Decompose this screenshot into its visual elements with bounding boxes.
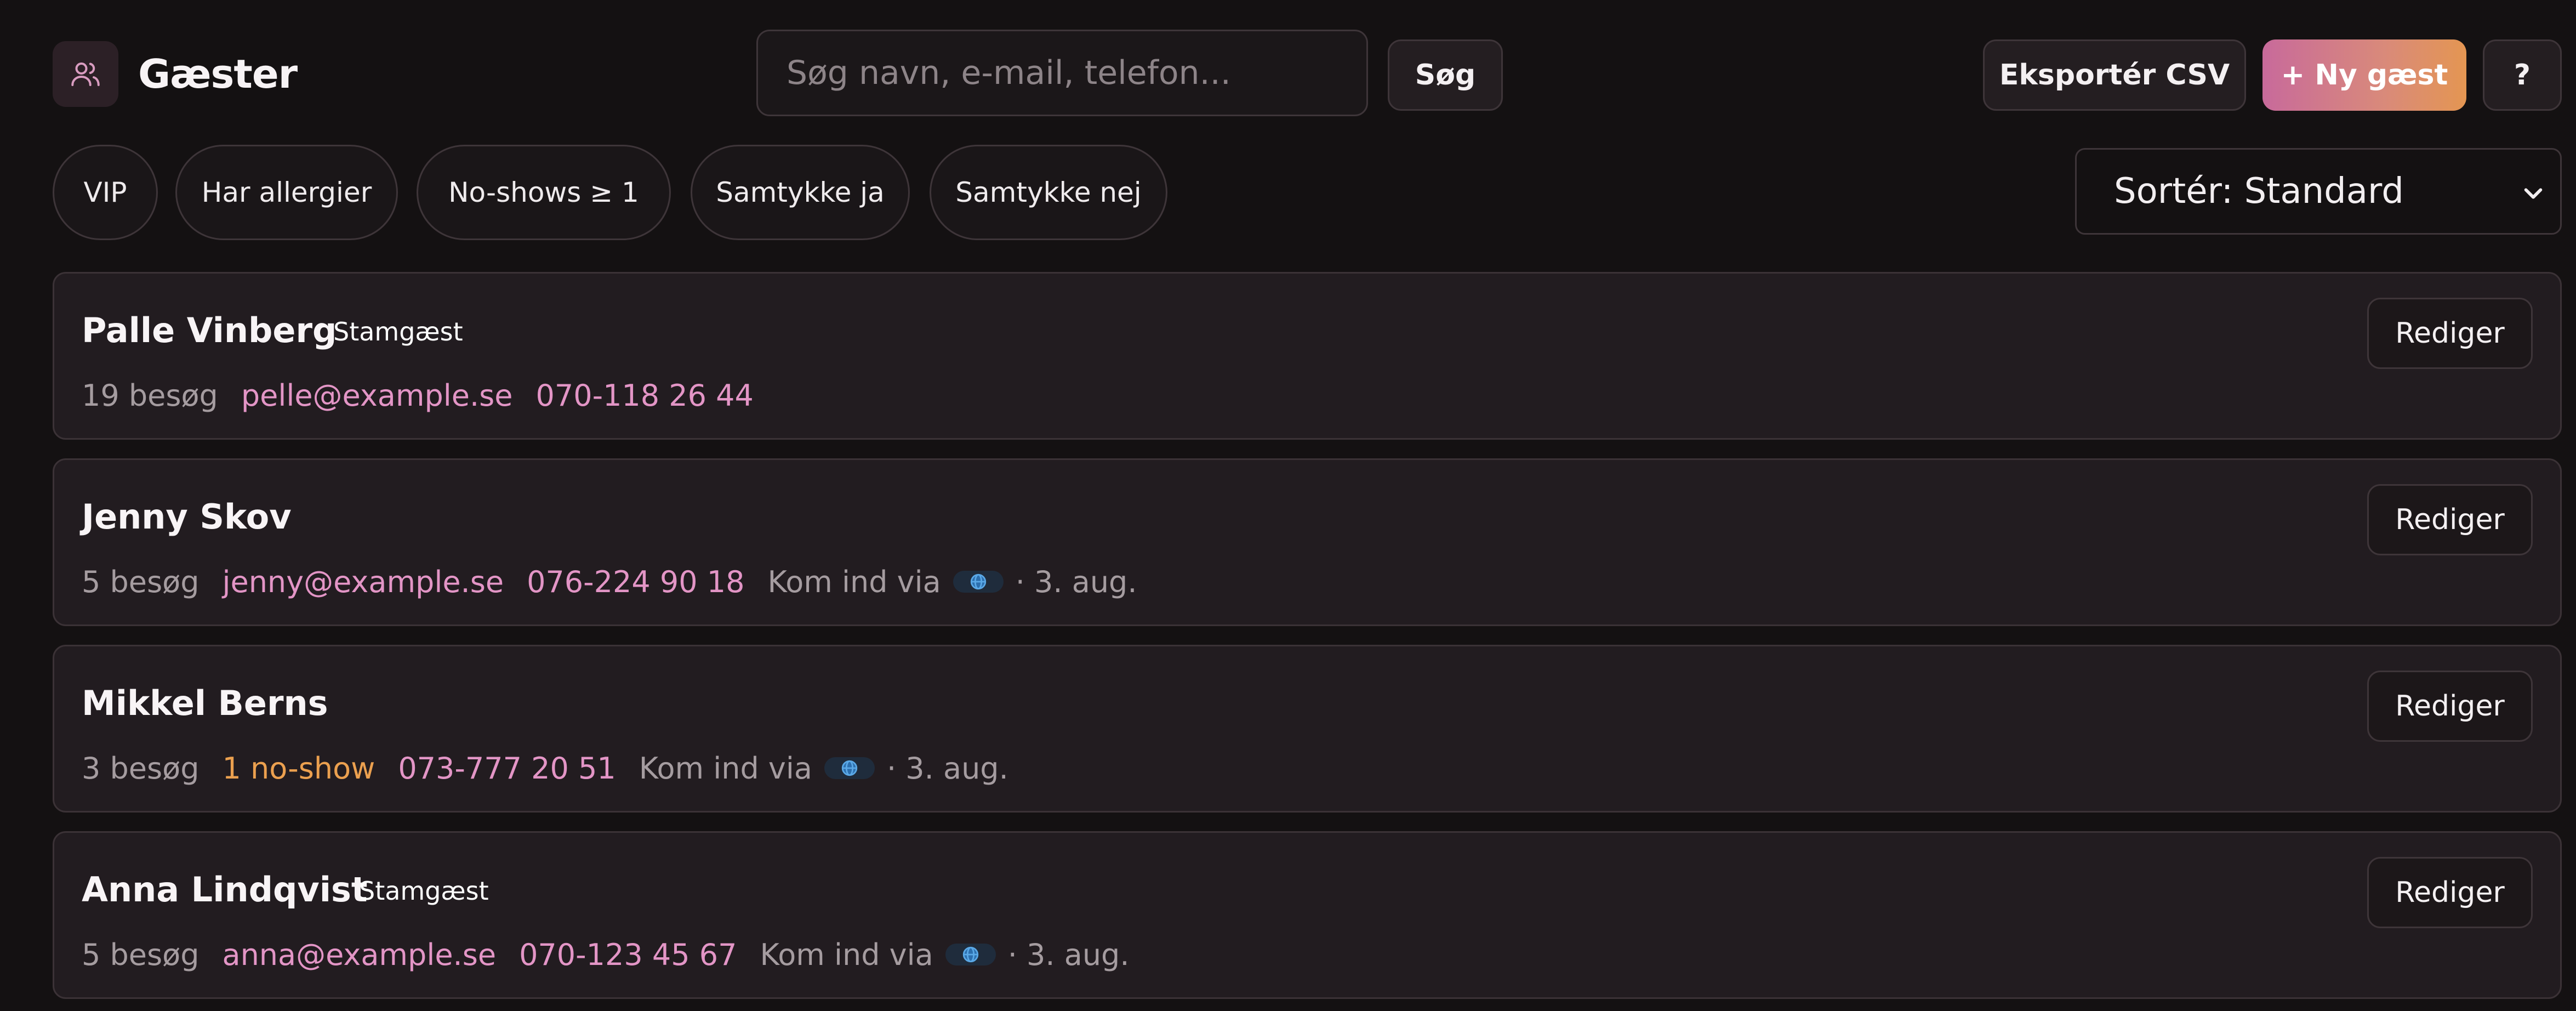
guest-name: Anna Lindqvist (82, 870, 368, 910)
source-date: · 3. aug. (886, 751, 1008, 786)
noshow-count: 1 no-show (222, 751, 375, 786)
filter-chip-consent-yes[interactable]: Samtykke ja (691, 145, 910, 240)
guest-card: Anna Lindqvist Stamgæst 5 besøg anna@exa… (53, 831, 2562, 999)
guests-page: Gæster Søg Eksportér CSV + Ny gæst ? VIP… (0, 0, 2576, 1011)
export-csv-button[interactable]: Eksportér CSV (1983, 39, 2246, 111)
guest-phone-link[interactable]: 070-123 45 67 (519, 938, 737, 972)
source-date: · 3. aug. (1007, 937, 1130, 972)
filter-chip-vip[interactable]: VIP (53, 145, 158, 240)
visit-count: 19 besøg (82, 378, 218, 413)
guest-email-link[interactable]: anna@example.se (222, 938, 496, 972)
new-guest-button[interactable]: + Ny gæst (2262, 39, 2466, 111)
guest-name: Jenny Skov (82, 497, 292, 537)
guest-name: Mikkel Berns (82, 683, 328, 723)
visit-count: 3 besøg (82, 751, 200, 786)
filter-bar: VIP Har allergier No-shows ≥ 1 Samtykke … (53, 145, 2562, 243)
users-icon (53, 41, 118, 107)
visit-count: 5 besøg (82, 564, 200, 599)
guest-email-link[interactable]: pelle@example.se (241, 378, 513, 413)
guest-card: Jenny Skov 5 besøg jenny@example.se 076-… (53, 458, 2562, 626)
source-label: Kom ind via (760, 937, 933, 972)
filter-chip-consent-no[interactable]: Samtykke nej (930, 145, 1167, 240)
source-label: Kom ind via (767, 564, 941, 599)
globe-icon (945, 944, 996, 965)
regular-guest-tag: Stamgæst (333, 317, 463, 347)
guest-phone-link[interactable]: 070-118 26 44 (536, 378, 754, 413)
edit-button[interactable]: Rediger (2367, 671, 2533, 742)
guest-email-link[interactable]: jenny@example.se (222, 565, 504, 599)
guest-meta: 19 besøg pelle@example.se 070-118 26 44 (82, 376, 777, 415)
guest-meta: 5 besøg jenny@example.se 076-224 90 18 K… (82, 562, 1137, 601)
guest-meta: 3 besøg 1 no-show 073-777 20 51 Kom ind … (82, 748, 1008, 788)
source-label: Kom ind via (639, 751, 812, 786)
globe-icon (824, 757, 875, 779)
edit-button[interactable]: Rediger (2367, 298, 2533, 369)
search-input[interactable] (756, 30, 1368, 116)
edit-button[interactable]: Rediger (2367, 857, 2533, 928)
filter-chip-allergies[interactable]: Har allergier (175, 145, 398, 240)
visit-count: 5 besøg (82, 937, 200, 972)
globe-icon (953, 571, 1004, 593)
guest-card: Palle Vinberg Stamgæst 19 besøg pelle@ex… (53, 272, 2562, 440)
search-button[interactable]: Søg (1388, 39, 1503, 111)
sort-select-value: Sortér: Standard (2114, 171, 2404, 212)
guest-meta: 5 besøg anna@example.se 070-123 45 67 Ko… (82, 935, 1130, 974)
edit-button[interactable]: Rediger (2367, 484, 2533, 555)
page-title: Gæster (138, 51, 298, 97)
guest-name: Palle Vinberg (82, 310, 337, 350)
sort-select[interactable]: Sortér: Standard (2075, 148, 2562, 235)
chevron-down-icon (2524, 188, 2543, 199)
header: Gæster Søg Eksportér CSV + Ny gæst ? (53, 30, 2562, 118)
guest-phone-link[interactable]: 073-777 20 51 (398, 751, 615, 786)
source-date: · 3. aug. (1015, 564, 1137, 599)
guest-card: Mikkel Berns 3 besøg 1 no-show 073-777 2… (53, 645, 2562, 813)
guest-phone-link[interactable]: 076-224 90 18 (527, 565, 744, 599)
help-button[interactable]: ? (2483, 39, 2562, 111)
regular-guest-tag: Stamgæst (359, 876, 489, 906)
filter-chip-noshows[interactable]: No-shows ≥ 1 (417, 145, 671, 240)
